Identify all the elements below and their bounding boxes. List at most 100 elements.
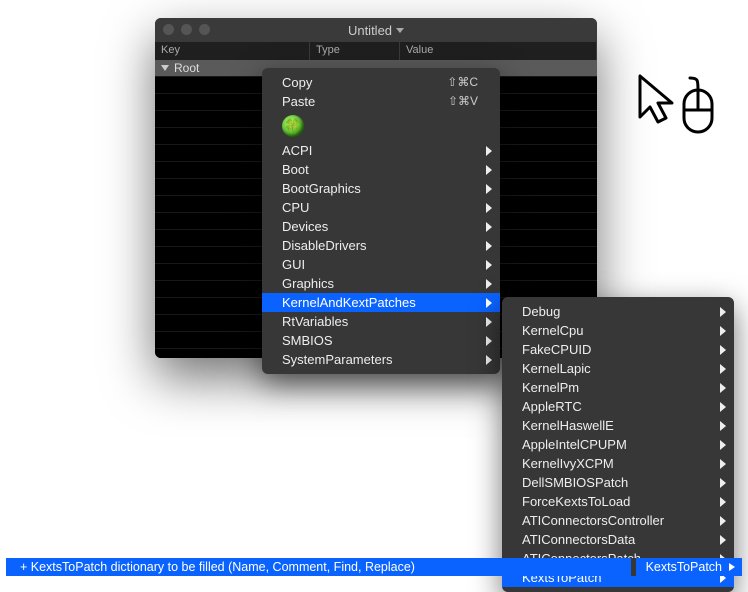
chevron-right-icon — [486, 298, 492, 308]
chevron-right-icon — [486, 336, 492, 346]
menu-item-shortcut: ⇧⌘C — [447, 73, 478, 92]
menu-item-label: Copy — [282, 73, 423, 92]
menu-item-label: KernelHaswellE — [522, 416, 712, 435]
menu-item-label: BootGraphics — [282, 179, 478, 198]
submenu-item-dellsmbiospatch[interactable]: DellSMBIOSPatch — [502, 473, 734, 492]
menu-clover-row[interactable]: 🍀 — [262, 111, 500, 141]
column-headers: Key Type Value — [155, 42, 597, 60]
menu-item-label: ATIConnectorsData — [522, 530, 712, 549]
menu-item-disabledrivers[interactable]: DisableDrivers — [262, 236, 500, 255]
chevron-right-icon — [486, 355, 492, 365]
chevron-right-icon — [720, 307, 726, 317]
menu-item-bootgraphics[interactable]: BootGraphics — [262, 179, 500, 198]
submenu-item-kernelpm[interactable]: KernelPm — [502, 378, 734, 397]
cursor-mouse-icon — [636, 72, 718, 136]
chevron-right-icon — [720, 345, 726, 355]
menu-item-label: AppleIntelCPUPM — [522, 435, 712, 454]
menu-copy[interactable]: Copy ⇧⌘C — [262, 73, 500, 92]
chevron-right-icon — [720, 478, 726, 488]
submenu-item-kernelhaswelle[interactable]: KernelHaswellE — [502, 416, 734, 435]
chevron-right-icon — [486, 184, 492, 194]
titlebar: Untitled — [155, 18, 597, 42]
close-icon[interactable] — [163, 24, 174, 35]
menu-item-label: GUI — [282, 255, 478, 274]
submenu-item-kernelcpu[interactable]: KernelCpu — [502, 321, 734, 340]
disclosure-icon[interactable] — [161, 65, 169, 71]
chevron-right-icon — [720, 421, 726, 431]
status-bar: + KextsToPatch dictionary to be filled (… — [6, 558, 742, 576]
submenu-item-kernellapic[interactable]: KernelLapic — [502, 359, 734, 378]
chevron-right-icon — [720, 440, 726, 450]
status-bar-highlight-label: KextsToPatch — [646, 560, 722, 574]
menu-item-systemparameters[interactable]: SystemParameters — [262, 350, 500, 369]
menu-item-label: Boot — [282, 160, 478, 179]
submenu-item-appleintelcpupm[interactable]: AppleIntelCPUPM — [502, 435, 734, 454]
chevron-right-icon — [486, 165, 492, 175]
window-title-text: Untitled — [348, 23, 392, 38]
chevron-right-icon — [720, 535, 726, 545]
chevron-right-icon — [486, 317, 492, 327]
clover-icon: 🍀 — [282, 115, 304, 137]
submenu-item-kernelivyxcpm[interactable]: KernelIvyXCPM — [502, 454, 734, 473]
menu-item-smbios[interactable]: SMBIOS — [262, 331, 500, 350]
menu-item-label: Debug — [522, 302, 712, 321]
chevron-right-icon — [720, 516, 726, 526]
menu-item-label: FakeCPUID — [522, 340, 712, 359]
submenu-item-forcekextstoload[interactable]: ForceKextsToLoad — [502, 492, 734, 511]
chevron-right-icon — [486, 203, 492, 213]
chevron-right-icon — [486, 260, 492, 270]
menu-item-cpu[interactable]: CPU — [262, 198, 500, 217]
status-bar-highlight[interactable]: KextsToPatch — [636, 558, 742, 576]
menu-paste[interactable]: Paste ⇧⌘V — [262, 92, 500, 111]
chevron-right-icon — [486, 241, 492, 251]
menu-item-boot[interactable]: Boot — [262, 160, 500, 179]
menu-item-label: Paste — [282, 92, 424, 111]
column-type[interactable]: Type — [310, 42, 400, 60]
menu-item-label: Devices — [282, 217, 478, 236]
menu-item-label: KernelLapic — [522, 359, 712, 378]
submenu-item-fakecpuid[interactable]: FakeCPUID — [502, 340, 734, 359]
zoom-icon[interactable] — [199, 24, 210, 35]
traffic-lights — [163, 24, 210, 35]
column-value[interactable]: Value — [400, 42, 597, 60]
menu-item-acpi[interactable]: ACPI — [262, 141, 500, 160]
submenu-item-applertc[interactable]: AppleRTC — [502, 397, 734, 416]
menu-item-label: ATIConnectorsController — [522, 511, 712, 530]
menu-item-label: Graphics — [282, 274, 478, 293]
submenu-item-debug[interactable]: Debug — [502, 302, 734, 321]
menu-item-label: RtVariables — [282, 312, 478, 331]
status-bar-message: + KextsToPatch dictionary to be filled (… — [6, 560, 631, 574]
chevron-right-icon — [486, 279, 492, 289]
menu-item-label: KernelCpu — [522, 321, 712, 340]
submenu-item-aticonnectorsdata[interactable]: ATIConnectorsData — [502, 530, 734, 549]
minimize-icon[interactable] — [181, 24, 192, 35]
window-title[interactable]: Untitled — [155, 23, 597, 38]
chevron-right-icon — [720, 459, 726, 469]
chevron-right-icon — [486, 222, 492, 232]
chevron-right-icon — [486, 146, 492, 156]
menu-item-label: SMBIOS — [282, 331, 478, 350]
menu-item-graphics[interactable]: Graphics — [262, 274, 500, 293]
column-key[interactable]: Key — [155, 42, 310, 60]
menu-item-rtvariables[interactable]: RtVariables — [262, 312, 500, 331]
menu-item-shortcut: ⇧⌘V — [448, 92, 478, 111]
context-submenu: DebugKernelCpuFakeCPUIDKernelLapicKernel… — [502, 297, 734, 592]
chevron-right-icon — [729, 563, 735, 571]
menu-item-label: ACPI — [282, 141, 478, 160]
menu-item-label: SystemParameters — [282, 350, 478, 369]
menu-item-label: ForceKextsToLoad — [522, 492, 712, 511]
chevron-down-icon — [396, 28, 404, 33]
menu-item-devices[interactable]: Devices — [262, 217, 500, 236]
chevron-right-icon — [720, 383, 726, 393]
chevron-right-icon — [720, 402, 726, 412]
menu-item-kernelandkextpatches[interactable]: KernelAndKextPatches — [262, 293, 500, 312]
menu-item-gui[interactable]: GUI — [262, 255, 500, 274]
menu-item-label: KernelPm — [522, 378, 712, 397]
submenu-item-aticonnectorscontroller[interactable]: ATIConnectorsController — [502, 511, 734, 530]
chevron-right-icon — [720, 326, 726, 336]
context-menu: Copy ⇧⌘C Paste ⇧⌘V 🍀 ACPIBootBootGraphic… — [262, 68, 500, 374]
menu-item-label: DellSMBIOSPatch — [522, 473, 712, 492]
menu-item-label: KernelAndKextPatches — [282, 293, 478, 312]
chevron-right-icon — [720, 364, 726, 374]
menu-item-label: KernelIvyXCPM — [522, 454, 712, 473]
